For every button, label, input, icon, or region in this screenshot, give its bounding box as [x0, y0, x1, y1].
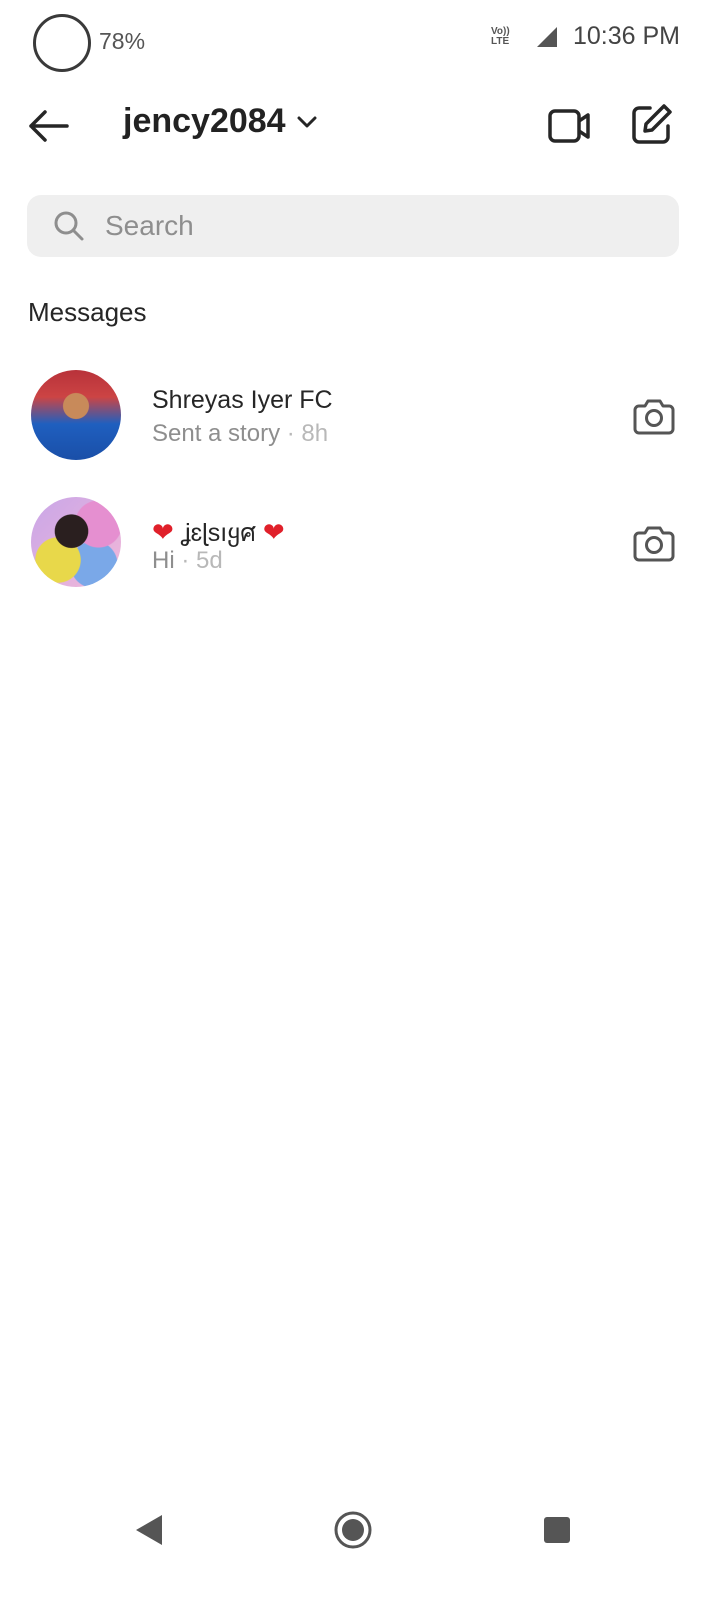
- chevron-down-icon: [297, 116, 317, 127]
- nav-recents-icon[interactable]: [541, 1514, 573, 1546]
- conversation-item[interactable]: ❤ ʝɛɭsıყศ ❤ Hi · 5d: [0, 487, 720, 597]
- status-time: 10:36 PM: [572, 22, 680, 50]
- nav-back-icon[interactable]: [132, 1512, 166, 1548]
- conversation-preview: Hi: [152, 547, 175, 574]
- header: jency2084: [0, 90, 720, 160]
- camera-icon: [633, 399, 675, 435]
- signal-icon: [536, 26, 557, 47]
- nav-home-icon[interactable]: [333, 1510, 373, 1550]
- video-call-button[interactable]: [545, 102, 593, 150]
- heart-emoji-icon: ❤: [262, 517, 285, 547]
- arrow-left-icon: [29, 110, 69, 142]
- status-bar: 78% Vo)) LTE 10:36 PM: [0, 0, 720, 80]
- status-right: Vo)) LTE 10:36 PM: [491, 22, 680, 51]
- conversation-name: Shreyas Iyer FC: [152, 386, 333, 414]
- separator-dot: ·: [181, 547, 197, 574]
- battery-percent: 78%: [99, 28, 146, 54]
- account-switcher[interactable]: jency2084: [123, 102, 318, 141]
- compose-icon: [632, 104, 672, 144]
- messages-section-title: Messages: [28, 297, 147, 327]
- back-button[interactable]: [26, 104, 70, 148]
- camera-icon: [633, 526, 675, 562]
- search-icon: [54, 211, 84, 241]
- conversation-preview-line: Sent a story · 8h: [152, 420, 328, 448]
- conversation-preview: Sent a story: [152, 420, 281, 447]
- battery-ring-icon: [33, 14, 91, 72]
- account-name: jency2084: [123, 102, 286, 140]
- conversation-name: ʝɛɭsıყศ: [180, 519, 256, 547]
- video-camera-icon: [548, 109, 590, 143]
- avatar[interactable]: [31, 370, 121, 460]
- search-input[interactable]: [105, 210, 625, 242]
- search-bar[interactable]: [27, 195, 679, 257]
- avatar[interactable]: [31, 497, 121, 587]
- system-nav-bar: [0, 1490, 720, 1570]
- conversation-item[interactable]: Shreyas Iyer FC Sent a story · 8h: [0, 360, 720, 470]
- conversation-time: 8h: [301, 420, 329, 447]
- conversation-time: 5d: [196, 547, 223, 574]
- heart-emoji-icon: ❤: [152, 517, 174, 547]
- conversation-preview-line: Hi · 5d: [152, 547, 223, 575]
- volte-label: Vo)) LTE: [490, 25, 510, 47]
- compose-button[interactable]: [628, 100, 676, 148]
- camera-button[interactable]: [632, 396, 676, 436]
- separator-dot: ·: [286, 420, 302, 447]
- camera-button[interactable]: [632, 523, 676, 563]
